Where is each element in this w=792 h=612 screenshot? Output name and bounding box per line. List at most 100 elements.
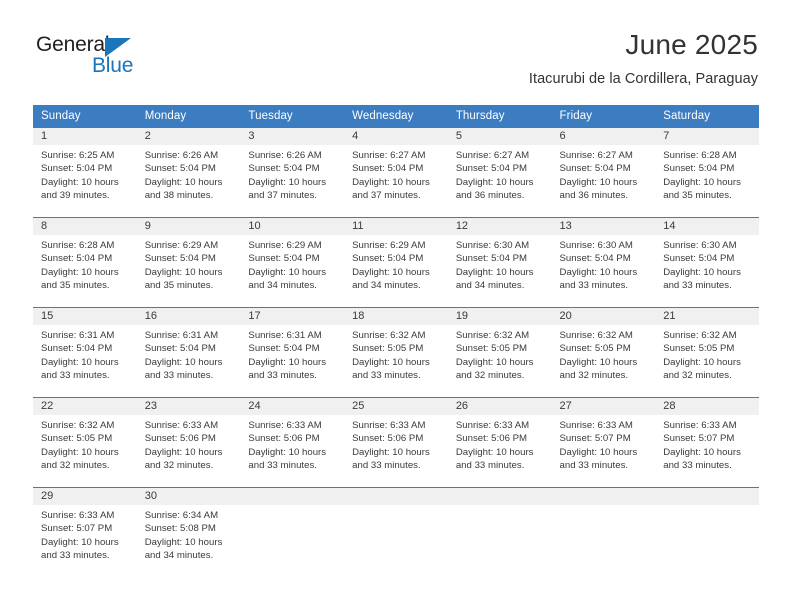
calendar-day-cell[interactable]: 9 Sunrise: 6:29 AM Sunset: 5:04 PM Daylight…	[136, 217, 241, 308]
daylight-text-line2: and 38 minutes.	[144, 189, 214, 201]
day-cell-inner: 25 Sunrise: 6:33 AM Sunset: 5:06 PM Dayligh…	[344, 398, 448, 487]
general-blue-logo: General Blue	[36, 33, 236, 85]
day-number	[447, 488, 552, 505]
day-cell-inner: 8 Sunrise: 6:28 AM Sunset: 5:04 PM Daylight…	[33, 218, 137, 307]
sunrise-text: Sunrise: 6:28 AM	[41, 240, 115, 251]
day-number: 19	[447, 308, 552, 325]
calendar-day-cell[interactable]: 29 Sunrise: 6:33 AM Sunset: 5:07 PM Dayligh…	[33, 487, 137, 574]
daylight-text-line1: Daylight: 10 hours	[663, 356, 741, 368]
daylight-text-line2: and 33 minutes.	[41, 369, 110, 381]
day-cell-details: Sunrise: 6:29 AM Sunset: 5:04 PM Daylight:…	[344, 235, 448, 292]
calendar-day-cell[interactable]: 13 Sunrise: 6:30 AM Sunset: 5:04 PM Dayligh…	[551, 217, 656, 308]
sunrise-text: Sunrise: 6:31 AM	[41, 330, 115, 341]
calendar-day-cell[interactable]: 10 Sunrise: 6:29 AM Sunset: 5:04 PM Dayligh…	[240, 217, 345, 308]
day-cell-details: Sunrise: 6:30 AM Sunset: 5:04 PM Daylight:…	[552, 235, 656, 292]
calendar-day-cell[interactable]: 26 Sunrise: 6:33 AM Sunset: 5:06 PM Dayligh…	[447, 397, 552, 488]
calendar-day-cell[interactable]: 6 Sunrise: 6:27 AM Sunset: 5:04 PM Daylight…	[551, 127, 656, 218]
day-cell-inner: 12 Sunrise: 6:30 AM Sunset: 5:04 PM Dayligh…	[447, 218, 552, 307]
day-cell-details: Sunrise: 6:32 AM Sunset: 5:05 PM Daylight:…	[448, 325, 552, 382]
day-cell-inner	[655, 488, 759, 574]
day-cell-inner: 24 Sunrise: 6:33 AM Sunset: 5:06 PM Dayligh…	[240, 398, 345, 487]
daylight-text-line2: and 32 minutes.	[455, 369, 525, 381]
calendar-header-row: Sunday Monday Tuesday Wednesday Thursday…	[33, 105, 759, 128]
day-cell-details: Sunrise: 6:30 AM Sunset: 5:04 PM Daylight:…	[655, 235, 759, 292]
calendar-day-cell[interactable]: 24 Sunrise: 6:33 AM Sunset: 5:06 PM Dayligh…	[240, 397, 345, 488]
weekday-header-friday: Friday	[551, 105, 656, 128]
day-cell-inner	[447, 488, 552, 574]
calendar-day-cell[interactable]: 23 Sunrise: 6:33 AM Sunset: 5:06 PM Dayligh…	[136, 397, 241, 488]
calendar-body: 1 Sunrise: 6:25 AM Sunset: 5:04 PM Daylight…	[33, 127, 759, 574]
calendar-day-cell[interactable]: 15 Sunrise: 6:31 AM Sunset: 5:04 PM Dayligh…	[33, 307, 137, 398]
weekday-header-sunday: Sunday	[33, 105, 137, 128]
calendar-day-cell[interactable]: 14 Sunrise: 6:30 AM Sunset: 5:04 PM Dayligh…	[655, 217, 759, 308]
sunrise-text: Sunrise: 6:32 AM	[663, 330, 737, 341]
day-cell-inner	[551, 488, 656, 574]
sunrise-text: Sunrise: 6:33 AM	[559, 420, 633, 431]
day-cell-details: Sunrise: 6:31 AM Sunset: 5:04 PM Daylight:…	[137, 325, 241, 382]
daylight-text-line1: Daylight: 10 hours	[248, 266, 327, 278]
sunset-text: Sunset: 5:06 PM	[248, 433, 320, 445]
calendar-day-cell[interactable]: 2 Sunrise: 6:26 AM Sunset: 5:04 PM Daylight…	[136, 127, 241, 218]
day-cell-inner: 2 Sunrise: 6:26 AM Sunset: 5:04 PM Daylight…	[136, 128, 241, 217]
calendar-empty-cell	[344, 487, 448, 574]
day-number: 20	[551, 308, 656, 325]
day-number: 11	[344, 218, 448, 235]
calendar-day-cell[interactable]: 27 Sunrise: 6:33 AM Sunset: 5:07 PM Dayligh…	[551, 397, 656, 488]
calendar-day-cell[interactable]: 4 Sunrise: 6:27 AM Sunset: 5:04 PM Daylight…	[344, 127, 448, 218]
day-cell-inner: 30 Sunrise: 6:34 AM Sunset: 5:08 PM Dayligh…	[136, 488, 241, 574]
day-number: 5	[447, 128, 552, 145]
day-cell-inner: 18 Sunrise: 6:32 AM Sunset: 5:05 PM Dayligh…	[344, 308, 448, 397]
day-cell-details: Sunrise: 6:32 AM Sunset: 5:05 PM Daylight:…	[552, 325, 656, 382]
daylight-text-line2: and 33 minutes.	[559, 279, 629, 291]
sunrise-text: Sunrise: 6:30 AM	[663, 240, 737, 251]
day-cell-details: Sunrise: 6:32 AM Sunset: 5:05 PM Daylight:…	[655, 325, 759, 382]
calendar-day-cell[interactable]: 5 Sunrise: 6:27 AM Sunset: 5:04 PM Daylight…	[447, 127, 552, 218]
sunrise-text: Sunrise: 6:30 AM	[455, 240, 530, 251]
day-cell-details: Sunrise: 6:34 AM Sunset: 5:08 PM Daylight:…	[137, 505, 241, 562]
daylight-text-line2: and 34 minutes.	[352, 279, 421, 291]
calendar-day-cell[interactable]: 30 Sunrise: 6:34 AM Sunset: 5:08 PM Dayligh…	[136, 487, 241, 574]
day-number: 4	[344, 128, 448, 145]
calendar-day-cell[interactable]: 16 Sunrise: 6:31 AM Sunset: 5:04 PM Dayligh…	[136, 307, 241, 398]
day-number: 7	[655, 128, 759, 145]
day-cell-details: Sunrise: 6:31 AM Sunset: 5:04 PM Daylight:…	[33, 325, 137, 382]
day-cell-details: Sunrise: 6:32 AM Sunset: 5:05 PM Daylight:…	[33, 415, 137, 472]
day-cell-details: Sunrise: 6:31 AM Sunset: 5:04 PM Daylight:…	[240, 325, 344, 382]
daylight-text-line2: and 33 minutes.	[144, 369, 214, 381]
calendar-day-cell[interactable]: 8 Sunrise: 6:28 AM Sunset: 5:04 PM Daylight…	[33, 217, 137, 308]
day-number	[240, 488, 345, 505]
calendar-day-cell[interactable]: 22 Sunrise: 6:32 AM Sunset: 5:05 PM Dayligh…	[33, 397, 137, 488]
calendar-day-cell[interactable]: 11 Sunrise: 6:29 AM Sunset: 5:04 PM Dayligh…	[344, 217, 448, 308]
calendar-day-cell[interactable]: 19 Sunrise: 6:32 AM Sunset: 5:05 PM Dayligh…	[447, 307, 552, 398]
day-cell-inner: 11 Sunrise: 6:29 AM Sunset: 5:04 PM Dayligh…	[344, 218, 448, 307]
day-number: 2	[136, 128, 241, 145]
day-cell-details: Sunrise: 6:33 AM Sunset: 5:06 PM Daylight:…	[448, 415, 552, 472]
calendar-empty-cell	[551, 487, 656, 574]
day-cell-details: Sunrise: 6:27 AM Sunset: 5:04 PM Daylight:…	[448, 145, 552, 202]
sunset-text: Sunset: 5:04 PM	[455, 163, 528, 175]
calendar-day-cell[interactable]: 7 Sunrise: 6:28 AM Sunset: 5:04 PM Daylight…	[655, 127, 759, 218]
calendar-day-cell[interactable]: 1 Sunrise: 6:25 AM Sunset: 5:04 PM Daylight…	[33, 127, 137, 218]
calendar-day-cell[interactable]: 21 Sunrise: 6:32 AM Sunset: 5:05 PM Dayligh…	[655, 307, 759, 398]
day-number: 21	[655, 308, 759, 325]
calendar-day-cell[interactable]: 17 Sunrise: 6:31 AM Sunset: 5:04 PM Dayligh…	[240, 307, 345, 398]
sunset-text: Sunset: 5:06 PM	[455, 433, 528, 445]
sunset-text: Sunset: 5:05 PM	[41, 433, 113, 445]
daylight-text-line2: and 35 minutes.	[144, 279, 214, 291]
day-number	[551, 488, 656, 505]
calendar-day-cell[interactable]: 18 Sunrise: 6:32 AM Sunset: 5:05 PM Dayligh…	[344, 307, 448, 398]
calendar-day-cell[interactable]: 28 Sunrise: 6:33 AM Sunset: 5:07 PM Dayligh…	[655, 397, 759, 488]
calendar-day-cell[interactable]: 12 Sunrise: 6:30 AM Sunset: 5:04 PM Dayligh…	[447, 217, 552, 308]
sunrise-text: Sunrise: 6:31 AM	[248, 330, 322, 341]
calendar-day-cell[interactable]: 20 Sunrise: 6:32 AM Sunset: 5:05 PM Dayligh…	[551, 307, 656, 398]
day-number	[344, 488, 448, 505]
weekday-header-saturday: Saturday	[655, 105, 759, 128]
sunset-text: Sunset: 5:05 PM	[663, 343, 735, 355]
sunset-text: Sunset: 5:04 PM	[352, 163, 424, 175]
calendar-day-cell[interactable]: 25 Sunrise: 6:33 AM Sunset: 5:06 PM Dayligh…	[344, 397, 448, 488]
day-cell-inner: 6 Sunrise: 6:27 AM Sunset: 5:04 PM Daylight…	[551, 128, 656, 217]
daylight-text-line2: and 33 minutes.	[663, 459, 732, 471]
calendar-day-cell[interactable]: 3 Sunrise: 6:26 AM Sunset: 5:04 PM Daylight…	[240, 127, 345, 218]
day-cell-details: Sunrise: 6:30 AM Sunset: 5:04 PM Daylight:…	[448, 235, 552, 292]
day-cell-inner: 9 Sunrise: 6:29 AM Sunset: 5:04 PM Daylight…	[136, 218, 241, 307]
